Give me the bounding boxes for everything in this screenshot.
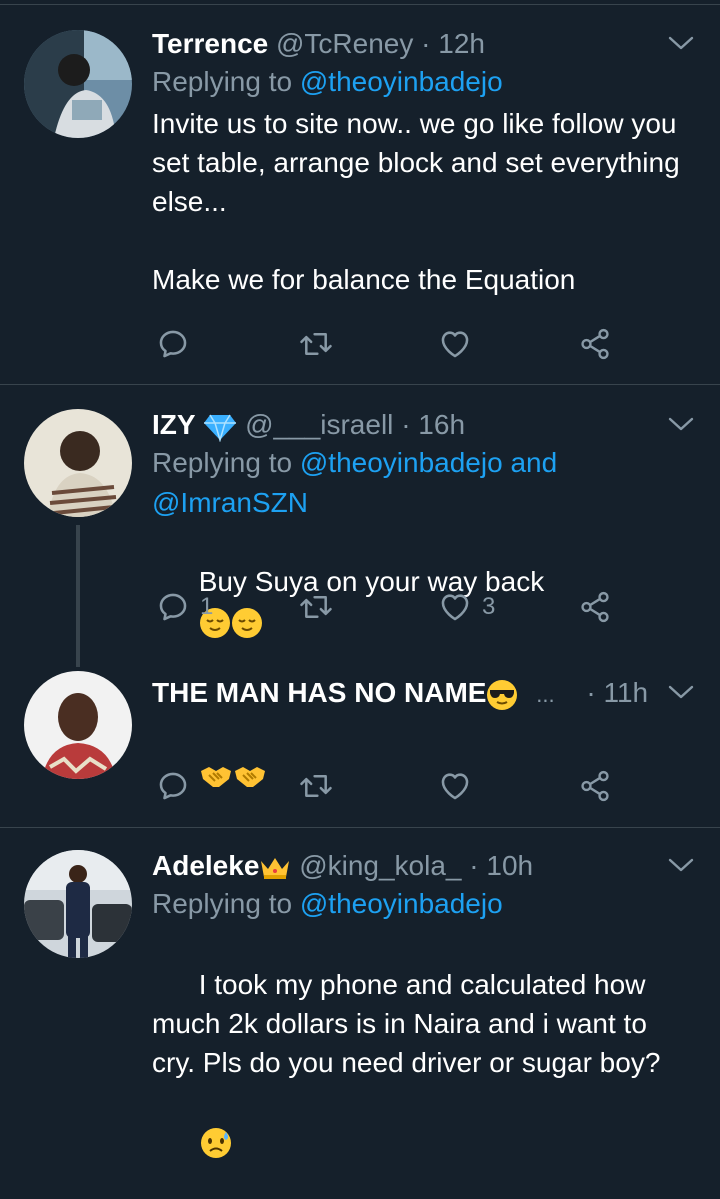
share-icon xyxy=(581,591,609,623)
tweet-1[interactable]: Terrence @TcReney · 12h Replying to @the… xyxy=(0,0,720,384)
like-button[interactable] xyxy=(438,324,472,364)
handle[interactable]: @king_kola_ xyxy=(299,850,461,881)
timestamp[interactable]: 11h xyxy=(603,677,648,708)
timestamp[interactable]: 10h xyxy=(486,850,533,881)
share-button[interactable] xyxy=(578,587,612,627)
separator-dot: · xyxy=(421,28,431,59)
name-ellipsis: ... xyxy=(536,682,555,707)
like-icon xyxy=(441,594,469,621)
share-icon xyxy=(581,770,609,802)
separator-dot: · xyxy=(469,850,479,881)
verified-diamond-icon xyxy=(204,414,237,442)
share-button[interactable] xyxy=(578,324,612,364)
display-name[interactable]: IZY xyxy=(152,409,196,440)
tweet-text: I took my phone and calculated how much … xyxy=(152,926,696,1199)
retweet-icon xyxy=(300,333,332,355)
replying-to: Replying to @theoyinbadejo xyxy=(152,884,696,924)
reply-icon xyxy=(159,772,187,800)
chevron-down-icon[interactable] xyxy=(666,409,696,439)
tweet-text: Invite us to site now.. we go like follo… xyxy=(152,108,680,295)
replying-to: Replying to @theoyinbadejo xyxy=(152,62,696,102)
tweet-actions xyxy=(152,766,632,806)
like-button[interactable] xyxy=(438,766,472,806)
replying-to-label: Replying to xyxy=(152,66,293,97)
like-button[interactable]: 3 xyxy=(438,587,495,627)
like-icon xyxy=(441,773,469,800)
reply-button[interactable] xyxy=(156,766,190,806)
sunglasses-emoji-icon xyxy=(487,679,518,710)
chevron-down-icon[interactable] xyxy=(666,28,696,58)
thread-line xyxy=(76,525,80,667)
timestamp[interactable]: 16h xyxy=(418,409,465,440)
tweet-actions xyxy=(152,324,632,364)
reply-icon xyxy=(159,593,187,621)
chevron-down-icon[interactable] xyxy=(666,677,696,707)
handle[interactable]: @___israell xyxy=(245,409,393,440)
reply-icon xyxy=(159,330,187,358)
reply-button[interactable] xyxy=(156,324,190,364)
tweet-4[interactable]: Adeleke @king_kola_ · 10h Replying to @t… xyxy=(0,828,720,1158)
timestamp[interactable]: 12h xyxy=(438,28,485,59)
avatar[interactable] xyxy=(24,409,132,517)
handle[interactable]: @TcReney xyxy=(276,28,413,59)
mention-link[interactable]: @theoyinbadejo xyxy=(300,888,503,919)
retweet-icon xyxy=(300,596,332,618)
tweet-text-body: I took my phone and calculated how much … xyxy=(152,969,661,1078)
replying-to-label: Replying to xyxy=(152,888,293,919)
share-button[interactable] xyxy=(578,766,612,806)
share-icon xyxy=(581,328,609,360)
tweet-3[interactable]: THE MAN HAS NO NAME ... · 11h xyxy=(0,665,720,827)
mention-link[interactable]: @theoyinbadejo and xyxy=(300,447,557,478)
avatar[interactable] xyxy=(24,30,132,138)
separator-dot: · xyxy=(401,409,411,440)
mention-link[interactable]: @theoyinbadejo xyxy=(300,66,503,97)
anxious-sweat-emoji-icon xyxy=(200,1127,231,1158)
retweet-icon xyxy=(300,775,332,797)
reply-button[interactable]: 1 xyxy=(156,587,213,627)
display-name[interactable]: THE MAN HAS NO NAME xyxy=(152,677,486,708)
display-name[interactable]: Terrence xyxy=(152,28,268,59)
mention-link[interactable]: @ImranSZN xyxy=(152,487,308,518)
retweet-button[interactable] xyxy=(298,324,334,364)
replying-to-label: Replying to xyxy=(152,447,293,478)
retweet-button[interactable] xyxy=(298,766,334,806)
avatar[interactable] xyxy=(24,850,132,958)
replying-to: Replying to @theoyinbadejo and @ImranSZN xyxy=(152,443,696,523)
tweet-actions: 1 3 xyxy=(152,587,632,627)
crown-emoji-icon xyxy=(261,857,290,879)
separator-dot: · xyxy=(586,677,596,708)
like-count: 3 xyxy=(482,593,496,620)
display-name[interactable]: Adeleke xyxy=(152,850,259,881)
like-icon xyxy=(441,331,469,358)
avatar[interactable] xyxy=(24,671,132,779)
retweet-button[interactable] xyxy=(298,587,334,627)
tweet-2[interactable]: IZY @___israell · 16h Replying to @theoy… xyxy=(0,385,720,667)
reply-count: 1 xyxy=(200,593,214,620)
chevron-down-icon[interactable] xyxy=(666,850,696,880)
